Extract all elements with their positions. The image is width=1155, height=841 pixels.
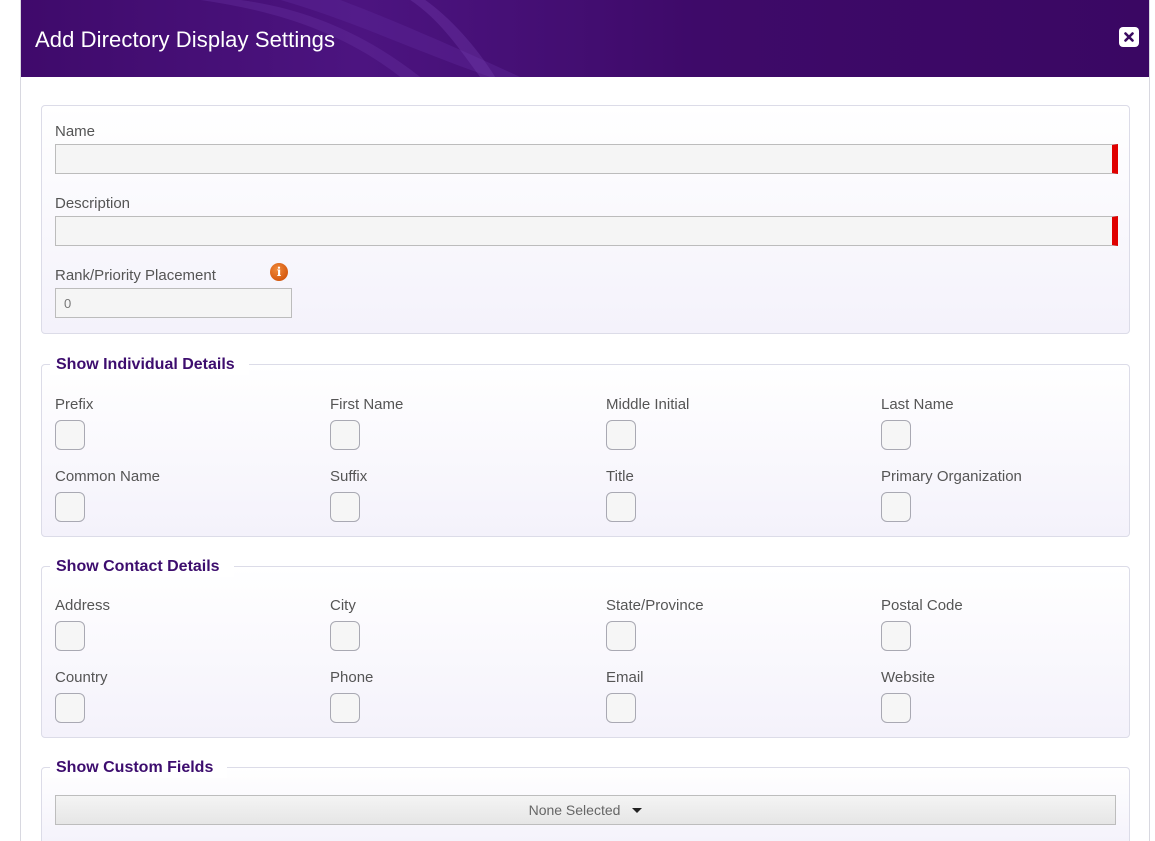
name-input[interactable] bbox=[55, 144, 1118, 174]
checkbox-label: Suffix bbox=[330, 468, 368, 485]
checkbox-label: State/Province bbox=[606, 597, 704, 614]
checkbox-field-first-name: First Name bbox=[330, 396, 570, 450]
dialog: Add Directory Display Settings Name Desc… bbox=[20, 0, 1150, 841]
checkbox-label: Phone bbox=[330, 669, 374, 686]
suffix-checkbox[interactable] bbox=[330, 492, 360, 522]
common-name-checkbox[interactable] bbox=[55, 492, 85, 522]
checkbox-field-middle-initial: Middle Initial bbox=[606, 396, 846, 450]
dialog-header: Add Directory Display Settings bbox=[21, 0, 1149, 77]
checkbox-label: First Name bbox=[330, 396, 404, 413]
individual-details-card: Show Individual Details Prefix First Nam… bbox=[41, 355, 1130, 537]
multiselect-value: None Selected bbox=[528, 802, 621, 818]
basic-info-card: Name Description Rank/Priority Placement… bbox=[41, 105, 1130, 334]
description-input[interactable] bbox=[55, 216, 1118, 246]
prefix-checkbox[interactable] bbox=[55, 420, 85, 450]
description-label: Description bbox=[55, 195, 131, 212]
rank-input[interactable] bbox=[55, 288, 292, 318]
checkbox-field-phone: Phone bbox=[330, 669, 570, 723]
checkbox-field-last-name: Last Name bbox=[881, 396, 1121, 450]
dialog-title: Add Directory Display Settings bbox=[35, 27, 336, 52]
checkbox-field-email: Email bbox=[606, 669, 846, 723]
individual-details-title: Show Individual Details bbox=[50, 355, 249, 375]
first-name-checkbox[interactable] bbox=[330, 420, 360, 450]
custom-fields-card: Show Custom Fields None Selected bbox=[41, 758, 1130, 841]
checkbox-label: Title bbox=[606, 468, 634, 485]
checkbox-field-prefix: Prefix bbox=[55, 396, 295, 450]
checkbox-label: Address bbox=[55, 597, 111, 614]
checkbox-label: Postal Code bbox=[881, 597, 963, 614]
checkbox-field-address: Address bbox=[55, 597, 295, 651]
email-checkbox[interactable] bbox=[606, 693, 636, 723]
close-button[interactable] bbox=[1119, 27, 1139, 47]
contact-details-title: Show Contact Details bbox=[50, 557, 234, 577]
phone-checkbox[interactable] bbox=[330, 693, 360, 723]
checkbox-field-title: Title bbox=[606, 468, 846, 522]
checkbox-label: Prefix bbox=[55, 396, 94, 413]
contact-details-card: Show Contact Details Address City State/… bbox=[41, 557, 1130, 738]
rank-label: Rank/Priority Placement bbox=[55, 267, 216, 284]
checkbox-field-state-province: State/Province bbox=[606, 597, 846, 651]
title-checkbox[interactable] bbox=[606, 492, 636, 522]
close-icon bbox=[1124, 32, 1134, 42]
checkbox-label: City bbox=[330, 597, 356, 614]
state-province-checkbox[interactable] bbox=[606, 621, 636, 651]
website-checkbox[interactable] bbox=[881, 693, 911, 723]
checkbox-label: Email bbox=[606, 669, 644, 686]
checkbox-field-common-name: Common Name bbox=[55, 468, 295, 522]
address-checkbox[interactable] bbox=[55, 621, 85, 651]
checkbox-field-country: Country bbox=[55, 669, 295, 723]
checkbox-field-postal-code: Postal Code bbox=[881, 597, 1121, 651]
city-checkbox[interactable] bbox=[330, 621, 360, 651]
checkbox-field-primary-organization: Primary Organization bbox=[881, 468, 1121, 522]
checkbox-label: Last Name bbox=[881, 396, 954, 413]
last-name-checkbox[interactable] bbox=[881, 420, 911, 450]
name-label: Name bbox=[55, 123, 96, 140]
checkbox-field-city: City bbox=[330, 597, 570, 651]
custom-fields-title: Show Custom Fields bbox=[50, 758, 228, 778]
checkbox-label: Country bbox=[55, 669, 108, 686]
middle-initial-checkbox[interactable] bbox=[606, 420, 636, 450]
custom-fields-multiselect[interactable]: None Selected bbox=[55, 795, 1116, 825]
checkbox-field-website: Website bbox=[881, 669, 1121, 723]
checkbox-field-suffix: Suffix bbox=[330, 468, 570, 522]
primary-organization-checkbox[interactable] bbox=[881, 492, 911, 522]
checkbox-label: Common Name bbox=[55, 468, 161, 485]
country-checkbox[interactable] bbox=[55, 693, 85, 723]
info-icon[interactable]: i bbox=[270, 263, 288, 281]
checkbox-label: Website bbox=[881, 669, 935, 686]
checkbox-label: Primary Organization bbox=[881, 468, 1022, 485]
postal-code-checkbox[interactable] bbox=[881, 621, 911, 651]
caret-down-icon bbox=[632, 807, 643, 813]
checkbox-label: Middle Initial bbox=[606, 396, 690, 413]
